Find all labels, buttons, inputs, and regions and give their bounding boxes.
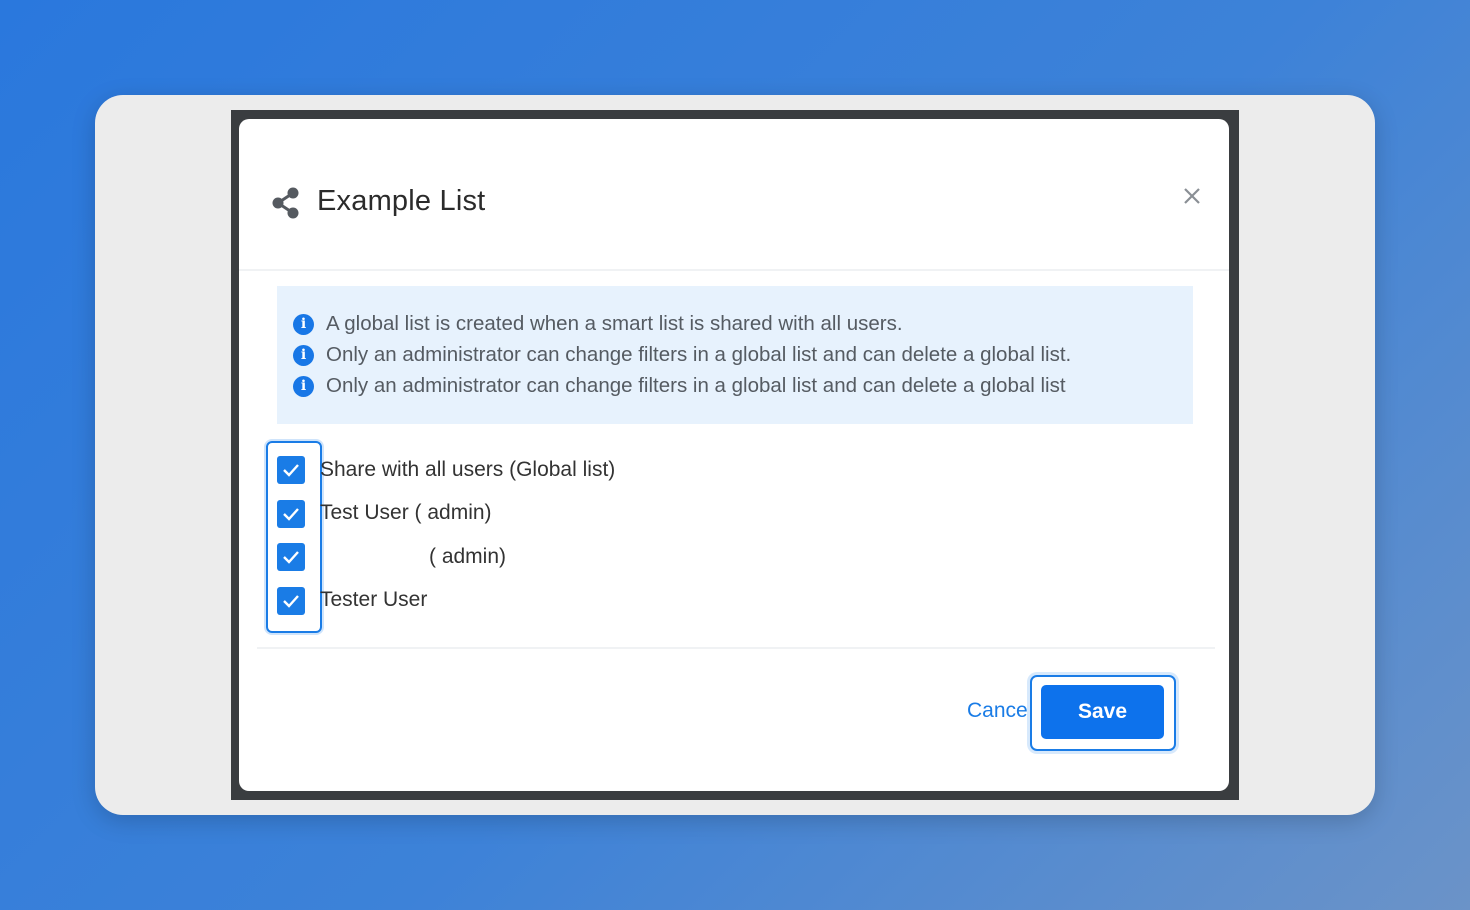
checkbox-admin-user[interactable] (277, 542, 305, 572)
info-text: Only an administrator can change filters… (326, 343, 1072, 366)
checkbox[interactable] (277, 587, 305, 615)
dialog-header: Example List (239, 119, 1229, 271)
info-row: i A global list is created when a smart … (293, 311, 903, 337)
checkbox[interactable] (277, 456, 305, 484)
info-icon: i (293, 313, 314, 335)
check-icon (283, 595, 299, 608)
close-icon[interactable] (1177, 181, 1207, 211)
checkbox[interactable] (277, 500, 305, 528)
info-row: i Only an administrator can change filte… (293, 342, 1071, 368)
checkbox-share-all-users[interactable] (277, 455, 305, 485)
info-text: A global list is created when a smart li… (326, 312, 903, 335)
info-row: i Only an administrator can change filte… (293, 373, 1066, 399)
checkbox-label: Share with all users (Global list) (320, 458, 616, 481)
info-icon: i (293, 375, 314, 397)
info-text: Only an administrator can change filters… (326, 374, 1066, 397)
save-button[interactable]: Save (1041, 685, 1164, 739)
checkbox[interactable] (277, 543, 305, 571)
checkbox-tester-user[interactable] (277, 586, 305, 616)
checkbox-label: Test User ( admin) (320, 501, 492, 524)
footer-divider (257, 647, 1215, 649)
checkbox-test-user[interactable] (277, 499, 305, 529)
info-icon: i (293, 344, 314, 366)
check-icon (283, 464, 299, 477)
share-list-dialog: Example List i A global list is created … (239, 119, 1229, 791)
info-panel: i A global list is created when a smart … (277, 286, 1193, 424)
checkbox-label: Tester User (320, 588, 428, 611)
dialog-title: Example List (317, 185, 486, 217)
checkbox-label: ( admin) (429, 545, 507, 568)
cancel-button[interactable]: Cancel (967, 699, 1032, 723)
share-icon (272, 187, 299, 219)
check-icon (283, 508, 299, 521)
check-icon (283, 551, 299, 564)
